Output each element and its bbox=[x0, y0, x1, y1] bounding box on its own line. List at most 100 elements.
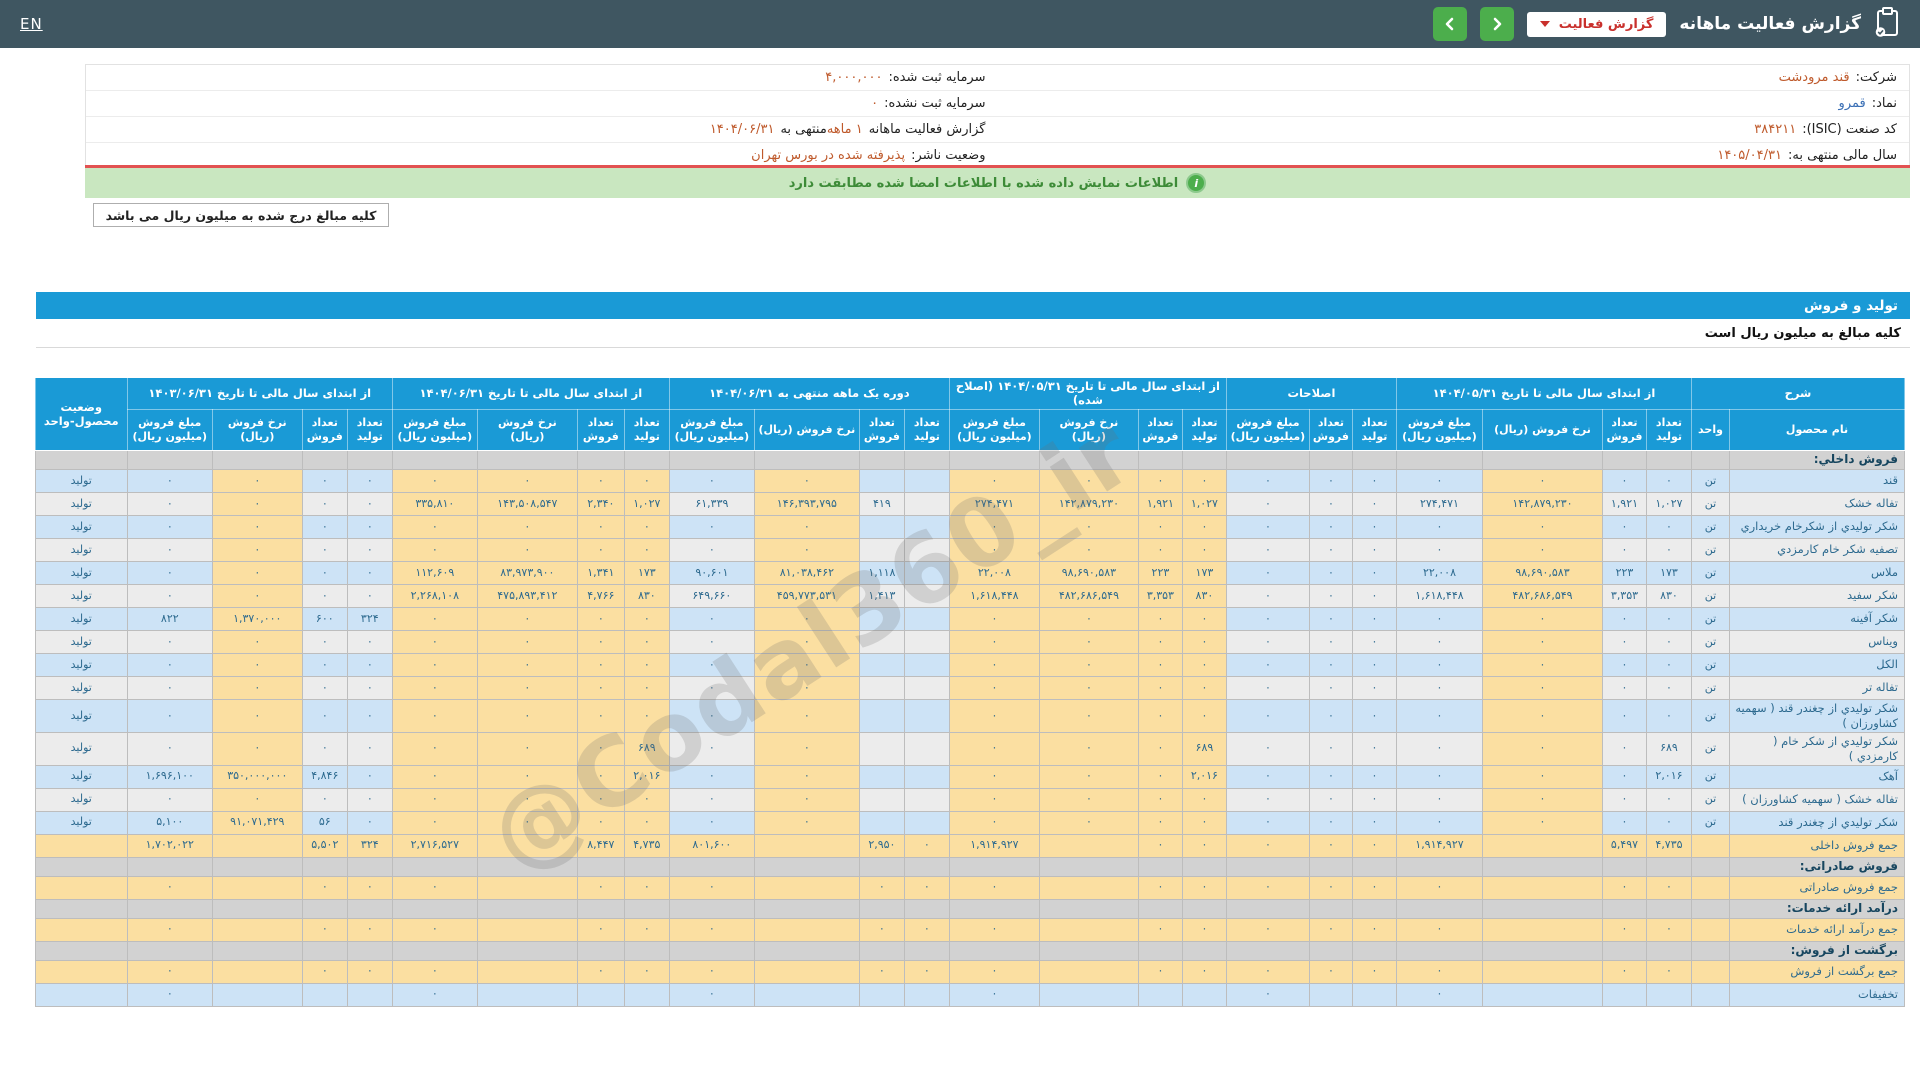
unit-cell bbox=[1691, 941, 1729, 960]
value-cell: ۱,۹۲۱ bbox=[1602, 492, 1646, 515]
value-cell: ۰ bbox=[1226, 676, 1309, 699]
table-amounts-note: کلیه مبالغ به میلیون ریال است bbox=[36, 319, 1910, 348]
value-cell: ۸۱,۰۳۸,۴۶۲ bbox=[754, 561, 859, 584]
value-cell: ۰ bbox=[1226, 834, 1309, 857]
value-cell: ۱۷۳ bbox=[1182, 561, 1226, 584]
value-cell: ۸۰۱,۶۰۰ bbox=[669, 834, 754, 857]
unit-cell bbox=[1691, 876, 1729, 899]
value-cell: ۰ bbox=[1396, 918, 1482, 941]
section-title-cell: برگشت از فروش: bbox=[1730, 941, 1905, 960]
value-cell: ۰ bbox=[904, 834, 949, 857]
value-cell: ۰ bbox=[1039, 732, 1138, 765]
value-cell bbox=[1396, 857, 1482, 876]
company-info-field: شرکت:قند مرودشت bbox=[998, 65, 1910, 91]
value-cell bbox=[859, 469, 904, 492]
value-cell: ۰ bbox=[1138, 630, 1182, 653]
unit-cell: تن bbox=[1691, 765, 1729, 788]
value-cell: ۰ bbox=[347, 538, 392, 561]
language-switch-link[interactable]: EN bbox=[20, 15, 43, 33]
value-cell: ۰ bbox=[127, 630, 212, 653]
section-title-cell: فروش داخلي: bbox=[1730, 450, 1905, 469]
value-cell: ۰ bbox=[1352, 630, 1396, 653]
value-cell: ۰ bbox=[1602, 538, 1646, 561]
value-cell: ۰ bbox=[624, 811, 669, 834]
value-cell: ۱۷۳ bbox=[1646, 561, 1691, 584]
product-row: شکر سفيدتن۸۳۰۳,۳۵۳۴۸۲,۶۸۶,۵۴۹۱,۶۱۸,۴۴۸۰۰… bbox=[35, 584, 1904, 607]
clipboard-report-icon bbox=[1874, 7, 1900, 41]
value-cell: ۰ bbox=[127, 538, 212, 561]
sub-column-header: تعداد فروش bbox=[302, 409, 347, 450]
value-cell bbox=[1482, 983, 1602, 1006]
report-type-dropdown[interactable]: گزارش فعالیت bbox=[1527, 12, 1667, 37]
section-band-production-sales: تولید و فروش bbox=[36, 292, 1910, 319]
value-cell: ۱,۶۹۶,۱۰۰ bbox=[127, 765, 212, 788]
value-cell bbox=[577, 857, 624, 876]
value-cell: ۰ bbox=[949, 765, 1039, 788]
value-cell: ۰ bbox=[127, 876, 212, 899]
next-report-button[interactable] bbox=[1480, 7, 1514, 41]
value-cell: ۰ bbox=[577, 918, 624, 941]
value-cell: ۰ bbox=[302, 699, 347, 732]
value-cell: ۰ bbox=[669, 788, 754, 811]
value-cell: ۰ bbox=[1396, 788, 1482, 811]
value-cell bbox=[302, 899, 347, 918]
value-cell: ۰ bbox=[1396, 983, 1482, 1006]
value-cell: ۰ bbox=[1309, 765, 1352, 788]
value-cell: ۰ bbox=[1646, 699, 1691, 732]
value-cell: ۰ bbox=[1396, 653, 1482, 676]
value-cell bbox=[1226, 899, 1309, 918]
value-cell bbox=[904, 584, 949, 607]
status-cell: تولید bbox=[35, 653, 127, 676]
value-cell: ۰ bbox=[624, 538, 669, 561]
sub-column-header: تعداد فروش bbox=[859, 409, 904, 450]
value-cell: ۰ bbox=[1396, 469, 1482, 492]
value-cell: ۰ bbox=[1226, 788, 1309, 811]
value-cell: ۰ bbox=[302, 515, 347, 538]
value-cell: ۰ bbox=[624, 699, 669, 732]
value-cell: ۰ bbox=[1182, 515, 1226, 538]
value-cell: ۰ bbox=[392, 811, 477, 834]
value-cell: ۰ bbox=[1352, 676, 1396, 699]
value-cell: ۹۸,۶۹۰,۵۸۳ bbox=[1482, 561, 1602, 584]
value-cell bbox=[392, 899, 477, 918]
value-cell: ۰ bbox=[577, 515, 624, 538]
value-cell: ۰ bbox=[1182, 607, 1226, 630]
section-row: درآمد ارائه خدمات: bbox=[35, 899, 1904, 918]
value-cell: ۰ bbox=[1352, 561, 1396, 584]
value-cell bbox=[949, 857, 1039, 876]
value-cell bbox=[754, 899, 859, 918]
value-cell: ۰ bbox=[477, 630, 577, 653]
value-cell bbox=[904, 676, 949, 699]
value-cell bbox=[624, 941, 669, 960]
value-cell: ۰ bbox=[1309, 630, 1352, 653]
value-cell: ۰ bbox=[1352, 876, 1396, 899]
value-cell: ۰ bbox=[1646, 515, 1691, 538]
value-cell: ۰ bbox=[302, 732, 347, 765]
company-info-field: سرمایه ثبت نشده:۰ bbox=[86, 91, 998, 117]
value-cell: ۰ bbox=[1352, 515, 1396, 538]
value-cell: ۰ bbox=[1352, 788, 1396, 811]
value-cell bbox=[1182, 941, 1226, 960]
value-cell: ۰ bbox=[1482, 653, 1602, 676]
value-cell: ۸۳۰ bbox=[624, 584, 669, 607]
sub-column-header: مبلغ فروش (میلیون ریال) bbox=[669, 409, 754, 450]
product-name-cell: تفاله تر bbox=[1730, 676, 1905, 699]
value-cell: ۲,۰۱۶ bbox=[624, 765, 669, 788]
value-cell bbox=[1602, 941, 1646, 960]
value-cell: ۰ bbox=[1226, 876, 1309, 899]
value-cell: ۰ bbox=[669, 653, 754, 676]
value-cell: ۰ bbox=[859, 960, 904, 983]
production-sales-table-wrapper: شرحاز ابتدای سال مالی تا تاریخ ۱۴۰۴/۰۵/۳… bbox=[35, 377, 1905, 1007]
value-cell: ۰ bbox=[1309, 676, 1352, 699]
value-cell: ۰ bbox=[477, 607, 577, 630]
value-cell: ۰ bbox=[577, 676, 624, 699]
status-cell bbox=[35, 918, 127, 941]
value-cell: ۰ bbox=[477, 732, 577, 765]
previous-report-button[interactable] bbox=[1433, 7, 1467, 41]
value-cell: ۰ bbox=[392, 960, 477, 983]
sub-column-header: نرخ فروش (ریال) bbox=[1039, 409, 1138, 450]
info-label: سرمایه ثبت شده: bbox=[888, 70, 985, 85]
value-cell bbox=[904, 450, 949, 469]
value-cell bbox=[212, 941, 302, 960]
value-cell bbox=[1602, 450, 1646, 469]
